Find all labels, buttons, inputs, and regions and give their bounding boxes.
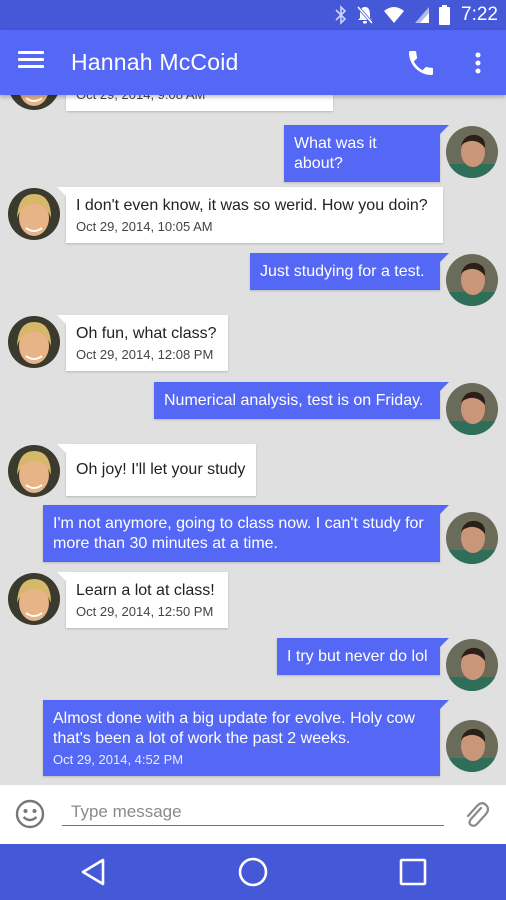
user-avatar[interactable] — [446, 639, 498, 691]
wifi-icon — [384, 7, 405, 23]
message-text: Learn a lot at class! — [76, 582, 215, 599]
more-vert-icon — [475, 52, 481, 74]
message-text: I try but never do lol — [287, 648, 428, 665]
contact-avatar[interactable] — [8, 573, 60, 625]
status-bar: 7:22 — [0, 0, 506, 30]
back-icon — [81, 858, 105, 886]
attach-button[interactable] — [462, 799, 490, 829]
message-bubble-incoming[interactable]: Oct 29, 2014, 9:08 AM — [66, 95, 333, 111]
message-text: Oh joy! I'll let your study — [76, 461, 246, 478]
user-avatar[interactable] — [446, 512, 498, 564]
message-bubble-outgoing[interactable]: What was it about? — [284, 125, 449, 182]
cell-signal-icon — [415, 7, 430, 23]
emoji-button[interactable] — [14, 798, 46, 830]
message-bubble-incoming[interactable]: Oh fun, what class? Oct 29, 2014, 12:08 … — [57, 315, 228, 371]
call-button[interactable] — [405, 47, 437, 79]
user-avatar[interactable] — [446, 720, 498, 772]
message-bubble-outgoing[interactable]: I'm not anymore, going to class now. I c… — [43, 505, 449, 562]
attach-icon — [466, 802, 490, 827]
message-text: Numerical analysis, test is on Friday. — [164, 392, 424, 409]
message-text: Just studying for a test. — [260, 263, 425, 280]
message-bubble-incoming[interactable]: Oh joy! I'll let your study — [57, 444, 256, 496]
notifications-off-icon — [356, 6, 374, 24]
message-bubble-incoming[interactable]: I don't even know, it was so werid. How … — [57, 187, 443, 243]
contact-avatar[interactable] — [8, 188, 60, 240]
home-icon — [238, 857, 268, 887]
user-avatar[interactable] — [446, 126, 498, 178]
message-text: What was it about? — [294, 135, 377, 172]
message-timestamp: Oct 29, 2014, 4:52 PM — [53, 752, 184, 767]
recents-button[interactable] — [395, 854, 431, 890]
contact-avatar[interactable] — [8, 316, 60, 368]
message-text: Almost done with a big update for evolve… — [53, 710, 415, 747]
emoji-icon — [15, 799, 45, 829]
menu-button[interactable] — [18, 48, 48, 78]
phone-icon — [409, 51, 433, 75]
battery-icon — [439, 5, 451, 25]
message-bubble-outgoing[interactable]: I try but never do lol — [277, 638, 449, 675]
bluetooth-icon — [335, 5, 347, 25]
message-timestamp: Oct 29, 2014, 9:08 AM — [76, 95, 323, 103]
recents-icon — [399, 858, 427, 886]
message-bubble-incoming[interactable]: Learn a lot at class! Oct 29, 2014, 12:5… — [57, 572, 228, 628]
contact-avatar[interactable] — [8, 445, 60, 497]
message-timestamp: Oct 29, 2014, 12:08 PM — [76, 347, 214, 362]
message-bubble-outgoing[interactable]: Just studying for a test. — [250, 253, 449, 290]
menu-icon — [18, 51, 48, 68]
user-avatar[interactable] — [446, 254, 498, 306]
conversation-title: Hannah McCoid — [71, 49, 239, 75]
message-text: I'm not anymore, going to class now. I c… — [53, 515, 424, 552]
user-avatar[interactable] — [446, 383, 498, 435]
more-options-button[interactable] — [466, 47, 490, 79]
message-list[interactable]: Oct 29, 2014, 9:08 AM What was it about?… — [0, 95, 506, 785]
contact-avatar[interactable] — [8, 95, 60, 110]
status-icons: 7:22 — [335, 3, 498, 27]
system-nav-bar — [0, 844, 506, 900]
message-timestamp: Oct 29, 2014, 10:05 AM — [76, 219, 213, 234]
message-bubble-outgoing[interactable]: Almost done with a big update for evolve… — [43, 700, 449, 776]
status-time: 7:22 — [461, 4, 498, 25]
back-button[interactable] — [75, 854, 111, 890]
message-input[interactable] — [62, 798, 444, 826]
app-bar: Hannah McCoid — [0, 30, 506, 95]
message-text: I don't even know, it was so werid. How … — [76, 197, 428, 214]
message-bubble-outgoing[interactable]: Numerical analysis, test is on Friday. — [154, 382, 449, 419]
message-timestamp: Oct 29, 2014, 12:50 PM — [76, 604, 214, 619]
message-composer — [0, 785, 506, 844]
message-text: Oh fun, what class? — [76, 325, 217, 342]
home-button[interactable] — [235, 854, 271, 890]
